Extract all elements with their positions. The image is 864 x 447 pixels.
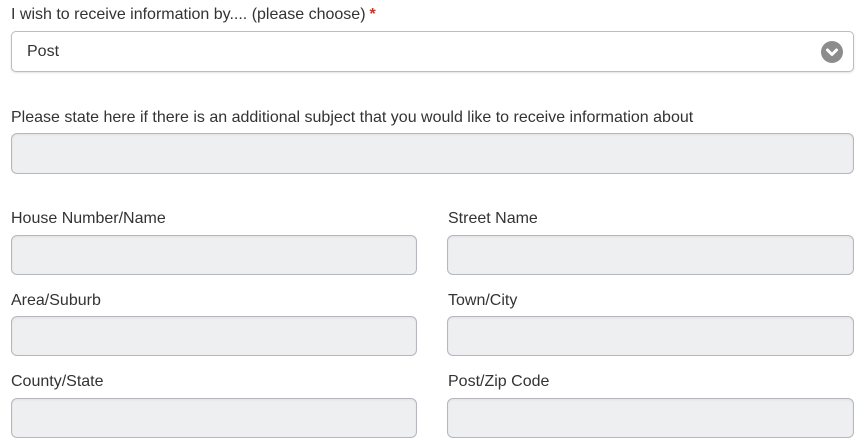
additional-subject-label: Please state here if there is an additio…	[11, 109, 694, 126]
county-label: County/State	[11, 373, 104, 390]
area-field[interactable]	[11, 316, 417, 356]
additional-subject-input[interactable]	[12, 134, 853, 173]
town-input[interactable]	[448, 317, 853, 355]
postcode-field[interactable]	[447, 398, 854, 438]
house-input[interactable]	[12, 236, 416, 274]
house-field[interactable]	[11, 235, 417, 275]
address-form: I wish to receive information by.... (pl…	[0, 0, 864, 447]
contact-method-select[interactable]: Post	[11, 31, 854, 72]
town-label: Town/City	[448, 292, 518, 309]
street-input[interactable]	[448, 236, 853, 274]
town-field[interactable]	[447, 316, 854, 356]
county-input[interactable]	[12, 399, 416, 437]
postcode-label: Post/Zip Code	[448, 373, 550, 390]
contact-method-label: I wish to receive information by.... (pl…	[11, 5, 376, 25]
area-input[interactable]	[12, 317, 416, 355]
county-field[interactable]	[11, 398, 417, 438]
street-label: Street Name	[448, 210, 538, 227]
chevron-down-icon[interactable]	[821, 41, 843, 63]
postcode-input[interactable]	[448, 399, 853, 437]
required-marker: *	[369, 6, 376, 23]
house-label: House Number/Name	[11, 210, 166, 227]
additional-subject-field[interactable]	[11, 133, 854, 174]
area-label: Area/Suburb	[11, 292, 101, 309]
contact-method-selected-value: Post	[27, 43, 60, 60]
contact-method-label-text: I wish to receive information by.... (pl…	[11, 6, 366, 23]
street-field[interactable]	[447, 235, 854, 275]
